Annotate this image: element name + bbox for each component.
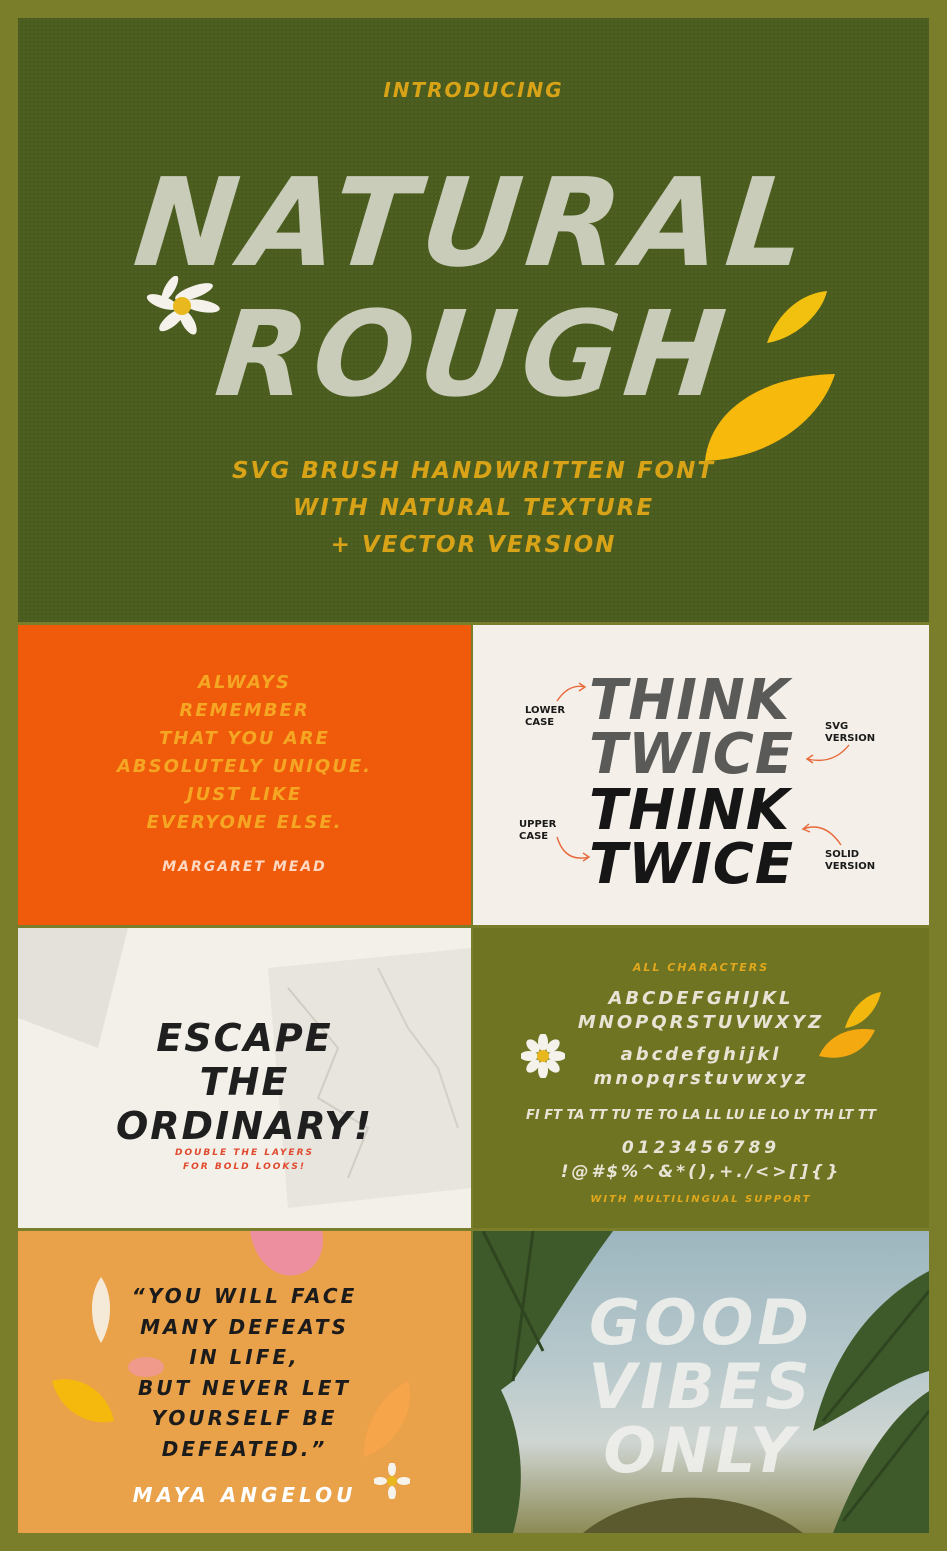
quote-author: MAYA ANGELOU [132, 1483, 357, 1507]
daisy-icon [521, 1034, 565, 1078]
daisy-icon [146, 276, 220, 335]
annotation-arrows-icon [556, 682, 850, 862]
sub-line: FOR BOLD LOOKS! [183, 1162, 306, 1172]
quote-text: “YOU WILL FACE MANY DEFEATS IN LIFE, BUT… [18, 1281, 471, 1464]
quote-line: IN LIFE, [189, 1345, 300, 1369]
quote-line: EVERYONE ELSE. [146, 812, 343, 833]
tagline-3: + VECTOR VERSION [330, 532, 617, 558]
escape-text: ESCAPE THE ORDINARY! [18, 1016, 471, 1148]
quote-line: “YOU WILL FACE [131, 1284, 358, 1308]
symbols-row: !@#$%^&*(),+./<>[]{} [560, 1162, 842, 1182]
numbers-row: 0123456789 [621, 1138, 781, 1158]
escape-line: THE [199, 1060, 290, 1104]
yellow-petal-large-icon [819, 1029, 875, 1058]
characters-header: ALL CHARACTERS [632, 961, 770, 974]
quote-line: ALWAYS [198, 672, 291, 693]
quote-line: DEFEATED.” [161, 1436, 328, 1461]
quote-panel-margaret-mead: ALWAYS REMEMBER THAT YOU ARE ABSOLUTELY … [18, 625, 471, 925]
title-natural: NATURAL [128, 152, 819, 294]
good-vibes-text: GOOD VIBES ONLY [473, 1291, 929, 1483]
escape-panel: ESCAPE THE ORDINARY! DOUBLE THE LAYERS F… [18, 928, 471, 1228]
tagline-2: WITH NATURAL TEXTURE [292, 495, 655, 521]
escape-subtext: DOUBLE THE LAYERS FOR BOLD LOOKS! [18, 1146, 471, 1174]
characters-footer: WITH MULTILINGUAL SUPPORT [590, 1194, 812, 1205]
quote-line: REMEMBER [179, 700, 310, 721]
quote-author: MARGARET MEAD [162, 859, 327, 875]
quote-panel-maya-angelou: “YOU WILL FACE MANY DEFEATS IN LIFE, BUT… [18, 1231, 471, 1533]
yellow-petal-large-icon [705, 374, 835, 461]
quote-line: THAT YOU ARE [159, 728, 330, 749]
quote-line: ABSOLUTELY UNIQUE. [117, 756, 372, 777]
characters-panel: ALL CHARACTERS ABCDEFGHIJKL MNOPQRSTUVWX… [473, 928, 929, 1228]
quote-line: YOURSELF BE [151, 1406, 338, 1430]
hero-panel: INTRODUCING NATURAL ROUGH SVG BRUSH HAND… [18, 18, 929, 622]
ligatures-row: FI FT TA TT TU TE TO LA LL LU LE LO LY T… [526, 1108, 876, 1123]
quote-line: JUST LIKE [186, 784, 303, 805]
tagline-1: SVG BRUSH HANDWRITTEN FONT [231, 458, 716, 484]
quote-text: ALWAYS REMEMBER THAT YOU ARE ABSOLUTELY … [18, 669, 471, 837]
vibes-line: VIBES [588, 1350, 814, 1423]
sub-line: DOUBLE THE LAYERS [174, 1148, 314, 1158]
vibes-line: ONLY [603, 1414, 799, 1487]
yellow-petal-small-icon [767, 291, 827, 343]
intro-label: INTRODUCING [383, 78, 564, 102]
vibes-line: GOOD [589, 1286, 813, 1359]
escape-line: ORDINARY! [115, 1104, 374, 1148]
quote-line: MANY DEFEATS [140, 1314, 349, 1339]
pink-petal-icon [250, 1231, 323, 1276]
think-twice-panel: THINK TWICE THINK TWICE LOWER CASE UPPER… [473, 625, 929, 925]
escape-line: ESCAPE [156, 1016, 333, 1060]
good-vibes-panel: GOOD VIBES ONLY [473, 1231, 929, 1533]
quote-line: BUT NEVER LET [137, 1375, 352, 1400]
